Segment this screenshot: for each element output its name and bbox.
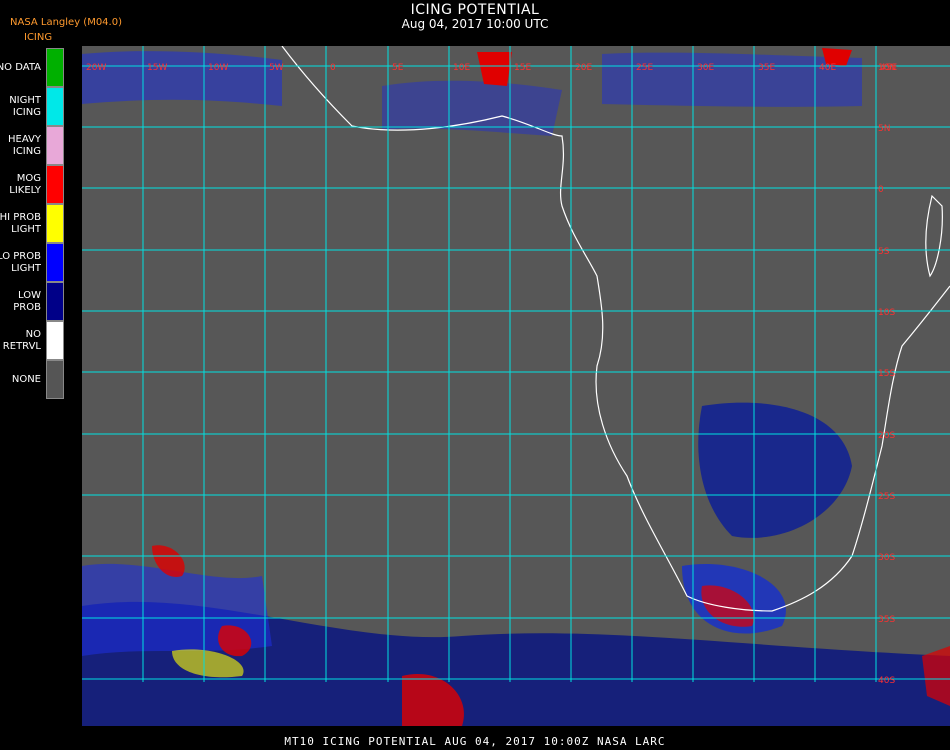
legend-swatch xyxy=(46,48,64,87)
legend-label: NIGHT ICING xyxy=(9,94,41,118)
legend-item-none: NONE xyxy=(0,360,66,399)
legend-label: LOW PROB xyxy=(13,289,41,313)
latitude-label: 10N xyxy=(878,63,896,73)
legend-item-lo-prob-light: LO PROB LIGHT xyxy=(0,243,66,282)
longitude-label: 25E xyxy=(636,63,653,73)
legend-item-hi-prob-light: HI PROB LIGHT xyxy=(0,204,66,243)
legend-swatch xyxy=(46,165,64,204)
map-title: ICING POTENTIAL xyxy=(410,2,540,18)
legend-item-no-data: NO DATA xyxy=(0,48,66,87)
legend-label: NO DATA xyxy=(0,61,41,73)
longitude-label: 5W xyxy=(269,63,284,73)
legend-label: HEAVY ICING xyxy=(8,133,41,157)
product-label: ICING xyxy=(24,32,53,43)
legend-label: HI PROB LIGHT xyxy=(0,211,41,235)
legend-label: MOG LIKELY xyxy=(9,172,41,196)
latitude-label: 0 xyxy=(878,185,884,195)
legend-item-night-icing: NIGHT ICING xyxy=(0,87,66,126)
latitude-label: 15S xyxy=(878,369,895,379)
legend-swatch xyxy=(46,360,64,399)
source-label: NASA Langley (M04.0) xyxy=(10,17,122,28)
longitude-label: 40E xyxy=(819,63,836,73)
legend-item-low-prob: LOW PROB xyxy=(0,282,66,321)
longitude-label: 20W xyxy=(86,63,106,73)
longitude-label: 30E xyxy=(697,63,714,73)
longitude-label: 15E xyxy=(514,63,531,73)
legend-item-no-retrieval: NO RETRVL xyxy=(0,321,66,360)
latitude-label: 35S xyxy=(878,615,895,625)
longitude-label: 15W xyxy=(147,63,167,73)
longitude-label: 5E xyxy=(392,63,404,73)
icing-map[interactable]: 20W 15W 10W 5W 0 5E 10E 15E 20E 25E 30E 35E 40E 45E 1… xyxy=(82,46,950,726)
longitude-label: 10W xyxy=(208,63,228,73)
legend-swatch xyxy=(46,87,64,126)
longitude-label: 20E xyxy=(575,63,592,73)
legend-item-heavy-icing: HEAVY ICING xyxy=(0,126,66,165)
footer-caption: MT10 ICING POTENTIAL AUG 04, 2017 10:00Z… xyxy=(284,735,666,748)
latitude-label: 5N xyxy=(878,124,890,134)
legend-label: LO PROB LIGHT xyxy=(0,250,41,274)
legend-label: NONE xyxy=(11,373,41,385)
map-timestamp: Aug 04, 2017 10:00 UTC xyxy=(401,17,549,31)
latitude-label: 20S xyxy=(878,431,895,441)
legend-item-mog-likely: MOG LIKELY xyxy=(0,165,66,204)
latitude-label: 25S xyxy=(878,492,895,502)
longitude-label: 10E xyxy=(453,63,470,73)
latitude-label: 30S xyxy=(878,553,895,563)
legend-swatch xyxy=(46,243,64,282)
longitude-label: 35E xyxy=(758,63,775,73)
legend-swatch xyxy=(46,282,64,321)
latitude-label: 10S xyxy=(878,308,895,318)
longitude-label: 0 xyxy=(330,63,336,73)
latitude-label: 5S xyxy=(878,247,890,257)
legend-swatch xyxy=(46,126,64,165)
legend-swatch xyxy=(46,204,64,243)
latitude-label: 40S xyxy=(878,676,895,686)
legend-label: NO RETRVL xyxy=(2,328,41,352)
legend-swatch xyxy=(46,321,64,360)
